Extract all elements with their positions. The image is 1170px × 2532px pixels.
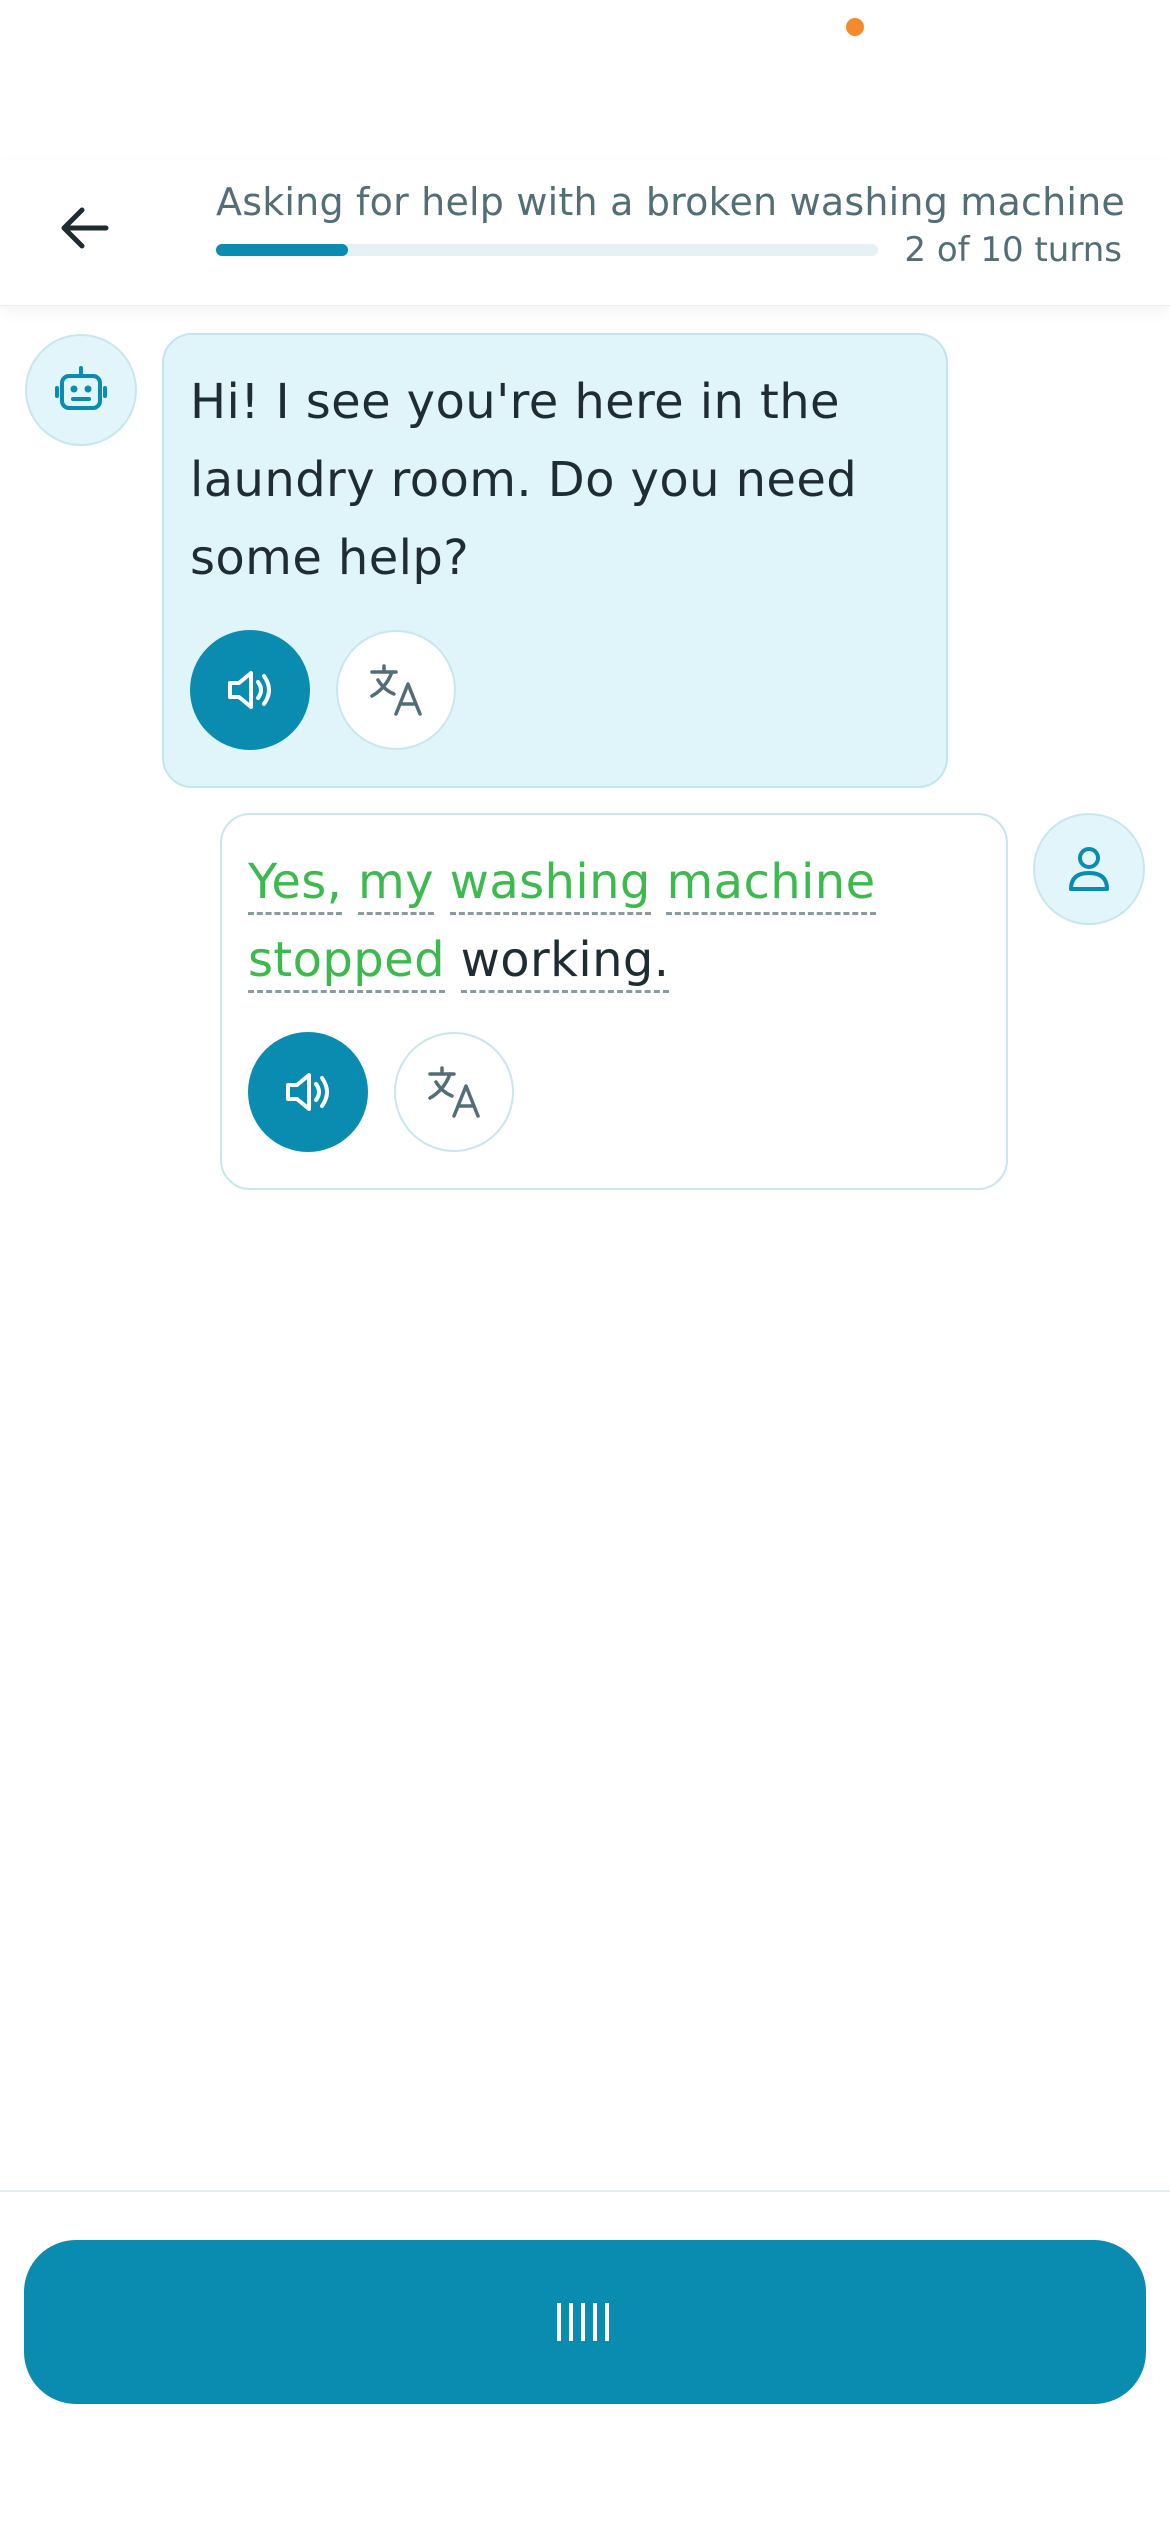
arrow-left-icon bbox=[61, 207, 109, 249]
bot-speak-button[interactable] bbox=[190, 630, 310, 750]
back-button[interactable] bbox=[48, 192, 120, 264]
robot-icon bbox=[55, 366, 107, 410]
waveform-icon bbox=[557, 2303, 609, 2341]
speaker-icon bbox=[286, 1073, 329, 1111]
header-bar: Asking for help with a broken washing ma… bbox=[0, 160, 1170, 306]
status-indicator-dot bbox=[846, 18, 864, 36]
turn-progress-bar bbox=[216, 244, 878, 256]
user-message-actions bbox=[248, 1032, 514, 1152]
speaker-icon bbox=[228, 671, 271, 709]
graded-word[interactable]: working. bbox=[460, 932, 670, 993]
translate-icon bbox=[428, 1066, 480, 1118]
graded-word[interactable]: machine bbox=[666, 854, 876, 915]
scenario-title: Asking for help with a broken washing ma… bbox=[216, 180, 1125, 224]
record-button[interactable] bbox=[24, 2240, 1146, 2404]
user-avatar bbox=[1033, 813, 1145, 925]
graded-word[interactable]: washing bbox=[449, 854, 651, 915]
footer-divider bbox=[0, 2190, 1170, 2192]
bot-message-bubble: Hi! I see you're here in the laundry roo… bbox=[162, 333, 948, 788]
bot-translate-button[interactable] bbox=[336, 630, 456, 750]
user-message-bubble: Yes, my washing machine stopped working. bbox=[220, 813, 1008, 1190]
bot-avatar bbox=[25, 334, 137, 446]
bot-message-actions bbox=[190, 630, 456, 750]
turn-counter: 2 of 10 turns bbox=[904, 230, 1122, 270]
turn-progress-fill bbox=[216, 244, 349, 256]
user-translate-button[interactable] bbox=[394, 1032, 514, 1152]
graded-word[interactable]: stopped bbox=[248, 932, 445, 993]
user-message-text: Yes, my washing machine stopped working. bbox=[248, 843, 980, 999]
bot-message-text: Hi! I see you're here in the laundry roo… bbox=[190, 374, 858, 586]
user-speak-button[interactable] bbox=[248, 1032, 368, 1152]
conversation-screen: Asking for help with a broken washing ma… bbox=[0, 0, 1170, 2532]
graded-word[interactable]: my bbox=[358, 854, 434, 915]
user-icon bbox=[1069, 847, 1109, 891]
graded-word[interactable]: Yes, bbox=[248, 854, 343, 915]
translate-icon bbox=[370, 664, 422, 716]
